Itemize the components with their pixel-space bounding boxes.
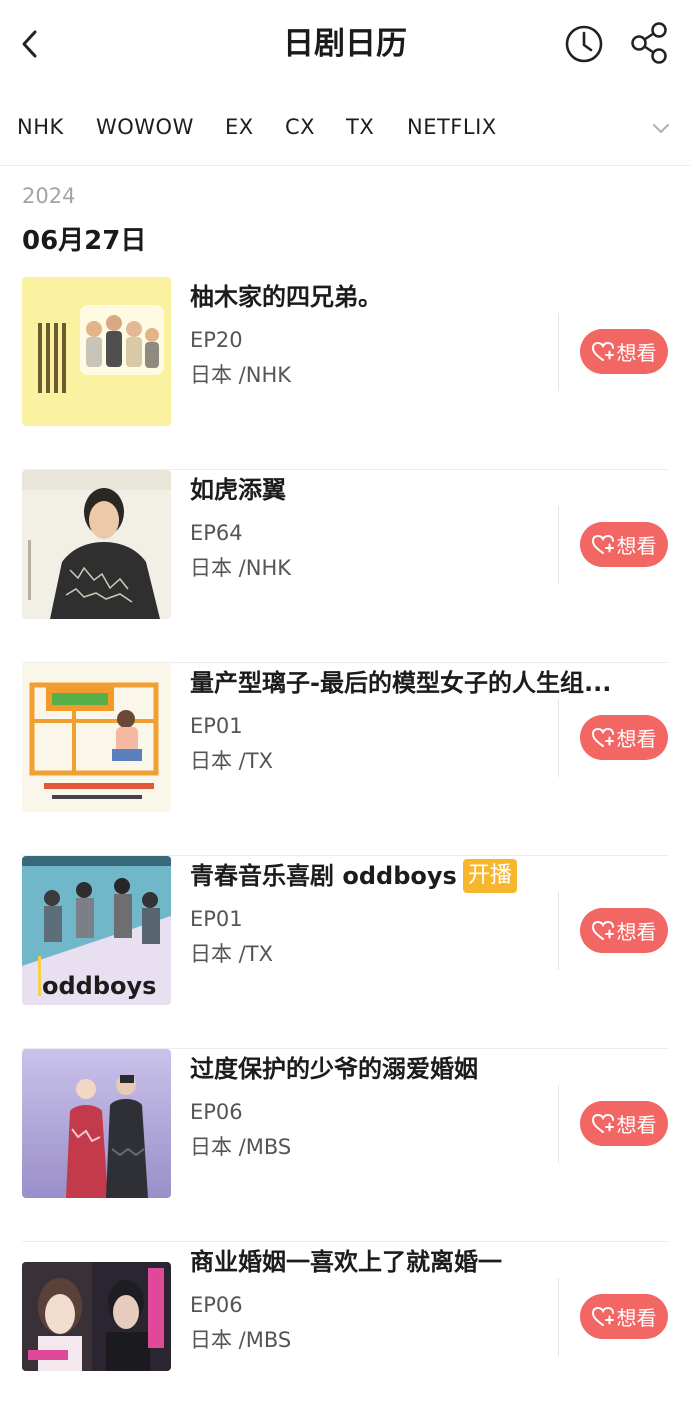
drama-title-text: 青春音乐喜剧 oddboys xyxy=(190,862,457,890)
episode-label: EP64 xyxy=(190,521,243,545)
want-to-watch-button[interactable]: 想看 xyxy=(580,715,668,760)
drama-title[interactable]: 青春音乐喜剧 oddboys 开播 xyxy=(190,859,660,893)
episode-label: EP06 xyxy=(190,1293,243,1317)
want-to-watch-button[interactable]: 想看 xyxy=(580,908,668,953)
region-label: 日本 /NHK xyxy=(190,363,292,387)
heart-plus-icon xyxy=(591,534,614,554)
list-item[interactable]: 过度保护的少爷的溺爱婚姻 EP06 日本 /MBS 想看 xyxy=(0,1049,690,1242)
heart-plus-icon xyxy=(591,1113,614,1133)
tab-netflix[interactable]: NETFLIX xyxy=(407,112,497,142)
poster-image: oddboys xyxy=(22,856,171,1005)
share-icon xyxy=(631,22,667,64)
tabs-divider xyxy=(0,165,690,166)
tab-cx[interactable]: CX xyxy=(285,112,315,142)
vertical-divider xyxy=(558,892,559,970)
vertical-divider xyxy=(558,1278,559,1356)
want-to-watch-label: 想看 xyxy=(616,1306,657,1330)
svg-text:oddboys: oddboys xyxy=(42,972,156,1000)
drama-title[interactable]: 柚木家的四兄弟。 xyxy=(190,280,660,314)
list-item[interactable]: 如虎添翼 EP64 日本 /NHK 想看 xyxy=(0,470,690,663)
vertical-divider xyxy=(558,313,559,391)
heart-plus-icon xyxy=(591,727,614,747)
chevron-down-icon xyxy=(653,124,669,133)
tabs-expand-button[interactable] xyxy=(646,114,676,144)
share-button[interactable] xyxy=(628,20,672,64)
want-to-watch-label: 想看 xyxy=(616,1113,657,1137)
want-to-watch-button[interactable]: 想看 xyxy=(580,329,668,374)
heart-plus-icon xyxy=(591,341,614,361)
poster-image xyxy=(22,470,171,619)
region-label: 日本 /MBS xyxy=(190,1328,292,1352)
heart-plus-icon xyxy=(591,1306,614,1326)
region-label: 日本 /MBS xyxy=(190,1135,292,1159)
drama-title[interactable]: 如虎添翼 xyxy=(190,473,660,507)
episode-label: EP01 xyxy=(190,907,243,931)
premiere-badge: 开播 xyxy=(462,859,517,893)
list-item[interactable]: 量产型璃子-最后的模型女子的人生组... EP01 日本 /TX 想看 xyxy=(0,663,690,856)
region-label: 日本 /TX xyxy=(190,749,273,773)
poster-image xyxy=(22,1049,171,1198)
tab-wowow[interactable]: WOWOW xyxy=(96,112,194,142)
want-to-watch-label: 想看 xyxy=(616,727,657,751)
list-item[interactable]: 商业婚姻一喜欢上了就离婚一 EP06 日本 /MBS 想看 xyxy=(0,1242,690,1404)
want-to-watch-button[interactable]: 想看 xyxy=(580,1294,668,1339)
region-label: 日本 /NHK xyxy=(190,556,292,580)
want-to-watch-button[interactable]: 想看 xyxy=(580,522,668,567)
episode-label: EP01 xyxy=(190,714,243,738)
clock-icon xyxy=(565,25,603,63)
tab-nhk[interactable]: NHK xyxy=(17,112,64,142)
date-label: 06月27日 xyxy=(22,226,147,256)
episode-label: EP20 xyxy=(190,328,243,352)
want-to-watch-label: 想看 xyxy=(616,341,657,365)
tab-tx[interactable]: TX xyxy=(346,112,374,142)
history-button[interactable] xyxy=(562,22,606,66)
header: 日剧日历 xyxy=(0,0,690,88)
drama-title[interactable]: 过度保护的少爷的溺爱婚姻 xyxy=(190,1052,660,1086)
tab-ex[interactable]: EX xyxy=(225,112,254,142)
list-item[interactable]: oddboys 青春音乐喜剧 oddboys 开播 EP01 日本 /TX 想看 xyxy=(0,856,690,1049)
want-to-watch-label: 想看 xyxy=(616,920,657,944)
want-to-watch-button[interactable]: 想看 xyxy=(580,1101,668,1146)
year-label: 2024 xyxy=(22,184,76,208)
drama-title[interactable]: 量产型璃子-最后的模型女子的人生组... xyxy=(190,666,660,700)
heart-plus-icon xyxy=(591,920,614,940)
vertical-divider xyxy=(558,506,559,584)
drama-title[interactable]: 商业婚姻一喜欢上了就离婚一 xyxy=(190,1245,660,1279)
episode-label: EP06 xyxy=(190,1100,243,1124)
want-to-watch-label: 想看 xyxy=(616,534,657,558)
list-item[interactable]: 柚木家的四兄弟。 EP20 日本 /NHK 想看 xyxy=(0,277,690,470)
poster-image xyxy=(22,277,171,426)
channel-tabs: NHK WOWOW EX CX TX NETFLIX xyxy=(0,100,690,156)
poster-image xyxy=(22,663,171,812)
poster-image xyxy=(22,1262,171,1371)
region-label: 日本 /TX xyxy=(190,942,273,966)
vertical-divider xyxy=(558,699,559,777)
vertical-divider xyxy=(558,1085,559,1163)
